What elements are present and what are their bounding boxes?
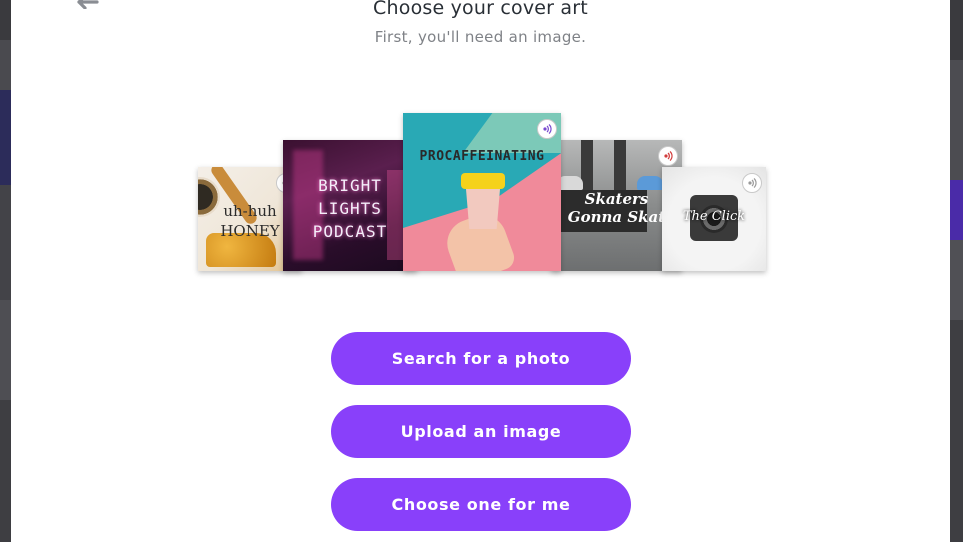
cover-art-modal: Choose your cover art First, you'll need… (11, 0, 950, 542)
upload-image-button[interactable]: Upload an image (331, 405, 631, 458)
cover-text-line: BRIGHT (318, 176, 382, 195)
background-page-right (950, 0, 963, 542)
cover-example-bright-lights: BRIGHT LIGHTS PODCAST (283, 140, 417, 271)
cover-example-procaffeinating: PROCAFFEINATING (403, 113, 561, 271)
podcast-badge-icon (537, 119, 557, 139)
cover-text-line: PODCAST (312, 222, 388, 241)
choose-for-me-button[interactable]: Choose one for me (331, 478, 631, 531)
podcast-badge-icon (742, 173, 762, 193)
cover-text-line: The Click (682, 209, 746, 224)
cover-text-line: PROCAFFEINATING (419, 149, 545, 164)
background-page-left (0, 0, 11, 542)
cover-example-the-click: The Click (662, 167, 766, 271)
cover-text-line: LIGHTS (318, 199, 382, 218)
podcast-badge-icon (658, 146, 678, 166)
search-photo-button[interactable]: Search for a photo (331, 332, 631, 385)
cover-art-carousel: uh-huh HONEY BRIGHT LIGHTS PODCAST PROCA… (11, 0, 950, 300)
